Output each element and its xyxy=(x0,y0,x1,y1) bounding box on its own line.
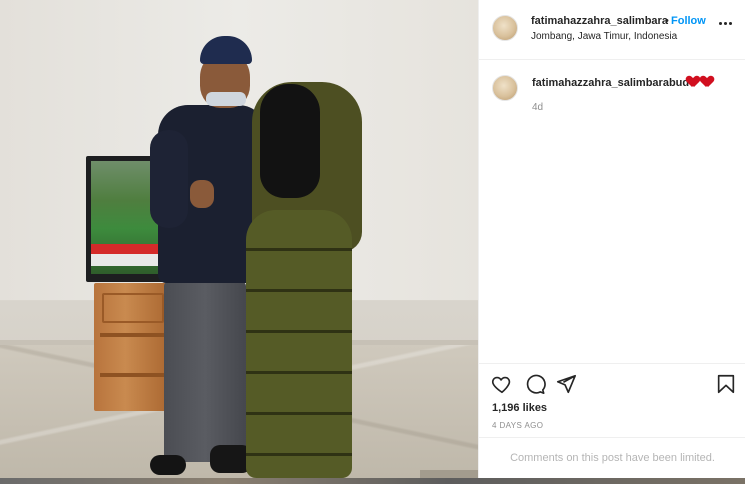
heart-emoji-icon xyxy=(701,76,713,88)
header-username[interactable]: fatimahazzahra_salimbara xyxy=(531,15,668,27)
man-shoe xyxy=(150,455,186,475)
thumbs-up-hand xyxy=(190,180,214,208)
caption-time: 4d xyxy=(532,102,544,113)
caption-username[interactable]: fatimahazzahra_salimbarabud xyxy=(532,77,689,89)
like-count[interactable]: 1,196 likes xyxy=(492,402,547,414)
bookmark-icon[interactable] xyxy=(715,373,737,395)
caption-hearts xyxy=(687,76,713,88)
follow-button[interactable]: Follow xyxy=(671,15,706,27)
cabinet-shelf xyxy=(100,373,166,377)
tv-ticker xyxy=(91,254,167,266)
avatar[interactable] xyxy=(492,15,518,41)
heart-emoji-icon xyxy=(687,76,699,88)
caption-avatar[interactable] xyxy=(492,75,518,101)
man-mask xyxy=(206,92,246,106)
bottom-edge xyxy=(0,478,745,484)
woman-niqab xyxy=(260,84,320,198)
man-legs xyxy=(164,282,246,462)
more-options-icon[interactable] xyxy=(719,22,733,28)
cabinet-drawer xyxy=(102,293,164,323)
cabinet-shelf xyxy=(100,333,166,337)
divider xyxy=(479,59,745,60)
share-icon[interactable] xyxy=(555,373,577,395)
header-separator: • xyxy=(665,15,669,27)
divider xyxy=(479,363,745,364)
photo-tv-cabinet xyxy=(94,283,172,411)
divider xyxy=(479,437,745,438)
heart-icon[interactable] xyxy=(491,373,513,395)
post-date: 4 DAYS AGO xyxy=(492,421,544,430)
post-side-panel: fatimahazzahra_salimbara • Follow Jomban… xyxy=(478,0,745,478)
tv-news-bar xyxy=(91,244,167,254)
comments-limited-notice: Comments on this post have been limited. xyxy=(510,452,715,464)
photo-floor-edge xyxy=(420,470,478,478)
post-photo[interactable] xyxy=(0,0,478,478)
woman-dress xyxy=(246,210,352,478)
post-location[interactable]: Jombang, Jawa Timur, Indonesia xyxy=(531,31,677,42)
comment-icon[interactable] xyxy=(524,373,546,395)
man-arm xyxy=(150,130,188,228)
